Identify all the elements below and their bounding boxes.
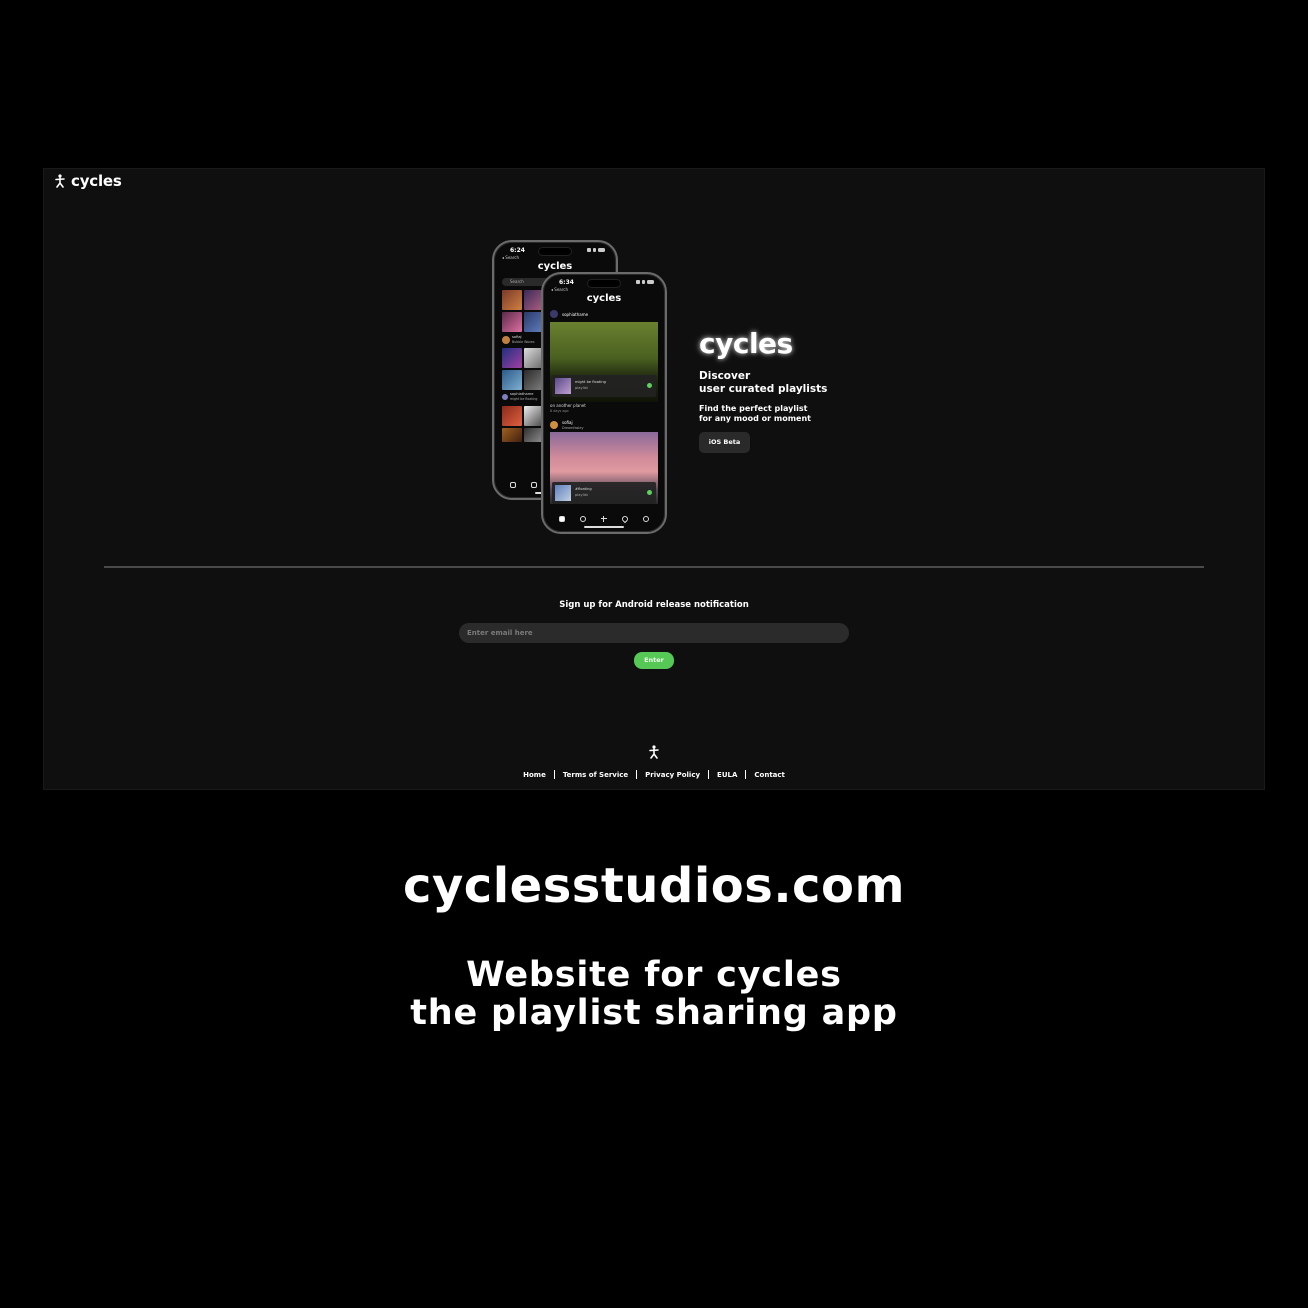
card-subtitle: playlist bbox=[575, 493, 588, 497]
avatar bbox=[550, 421, 558, 429]
caption-line-2: the playlist sharing app bbox=[410, 993, 898, 1033]
footer-link-contact[interactable]: Contact bbox=[754, 771, 785, 779]
grid-user-2: sophiathame bbox=[510, 392, 534, 396]
feed-post-1-user: sophiathame bbox=[550, 310, 588, 318]
footer-separator bbox=[745, 770, 747, 779]
home-icon bbox=[558, 516, 565, 522]
phone-time: 6:34 bbox=[559, 279, 574, 286]
caption-domain: cyclesstudios.com bbox=[403, 858, 905, 914]
card-title: #floating bbox=[575, 487, 592, 491]
site-logo[interactable]: cycles bbox=[54, 172, 122, 190]
enter-button[interactable]: Enter bbox=[634, 652, 674, 669]
hero-subtitle: Discover user curated playlists bbox=[699, 370, 827, 396]
heart-icon bbox=[620, 514, 630, 524]
phone-app-title: cycles bbox=[537, 261, 573, 272]
play-dot-icon bbox=[647, 490, 652, 495]
phone-back-link: ◂ Search bbox=[551, 287, 569, 292]
hero-title: cycles bbox=[699, 327, 793, 360]
feed-username: sofiaj Dreamfasley bbox=[562, 420, 584, 430]
feed-post-1-caption: on another planet bbox=[550, 403, 586, 408]
hero-section: cycles Discover user curated playlists F… bbox=[699, 327, 827, 453]
hero-tagline-line-2: for any mood or moment bbox=[699, 414, 811, 423]
caption-line-1: Website for cycles bbox=[466, 955, 842, 995]
profile-icon bbox=[643, 516, 650, 522]
grid-user-1: sofiaj bbox=[512, 335, 522, 339]
section-divider bbox=[104, 566, 1204, 568]
plus-icon bbox=[600, 516, 607, 522]
phone-tab-bar bbox=[543, 514, 665, 524]
grid-user-1-sub: Bubble Waves bbox=[512, 340, 535, 344]
figure-logo-icon bbox=[649, 745, 659, 759]
hero-subtitle-line-2: user curated playlists bbox=[699, 383, 828, 395]
website-screenshot: cycles 6:24 ◂ Search cycles Search sofia… bbox=[43, 168, 1265, 790]
dynamic-island bbox=[587, 279, 621, 288]
hero-subtitle-line-1: Discover bbox=[699, 370, 751, 382]
footer-links: Home Terms of Service Privacy Policy EUL… bbox=[44, 770, 1264, 779]
status-icons bbox=[636, 280, 654, 284]
search-icon bbox=[579, 516, 586, 522]
status-icons bbox=[587, 248, 605, 252]
footer-link-privacy[interactable]: Privacy Policy bbox=[645, 771, 700, 779]
feed-username: sophiathame bbox=[562, 311, 589, 317]
phone-time: 6:24 bbox=[510, 247, 525, 254]
footer-separator bbox=[636, 770, 638, 779]
hero-tagline: Find the perfect playlist for any mood o… bbox=[699, 404, 827, 424]
footer-link-home[interactable]: Home bbox=[523, 771, 546, 779]
phone-app-title: cycles bbox=[586, 293, 622, 304]
footer-link-eula[interactable]: EULA bbox=[717, 771, 737, 779]
footer-link-terms[interactable]: Terms of Service bbox=[563, 771, 628, 779]
feed-post-1-time: 8 days ago bbox=[550, 409, 569, 413]
footer-separator bbox=[708, 770, 710, 779]
avatar bbox=[550, 310, 558, 318]
email-input[interactable] bbox=[459, 623, 849, 643]
feed-post-2-card: #floating playlist bbox=[552, 482, 656, 504]
card-title: might be floating bbox=[575, 380, 606, 384]
phone-back-link: ◂ Search bbox=[502, 255, 520, 260]
figure-logo-icon bbox=[55, 174, 65, 188]
play-dot-icon bbox=[647, 383, 652, 388]
dynamic-island bbox=[538, 247, 572, 256]
ios-beta-button[interactable]: iOS Beta bbox=[699, 432, 750, 453]
phone-mockup-feed: 6:34 ◂ Search cycles sophiathame might b… bbox=[541, 272, 667, 534]
home-indicator bbox=[584, 526, 624, 528]
footer-separator bbox=[553, 770, 555, 779]
hero-tagline-line-1: Find the perfect playlist bbox=[699, 404, 808, 413]
logo-text: cycles bbox=[71, 172, 122, 190]
feed-post-2-user: sofiaj Dreamfasley bbox=[550, 420, 583, 430]
feed-post-1-card: might be floating playlist bbox=[552, 375, 656, 397]
caption-description: Website for cycles the playlist sharing … bbox=[0, 956, 1308, 1032]
card-subtitle: playlist bbox=[575, 386, 588, 390]
grid-user-2-sub: might be floating bbox=[510, 397, 538, 401]
signup-label: Sign up for Android release notification bbox=[559, 600, 749, 610]
